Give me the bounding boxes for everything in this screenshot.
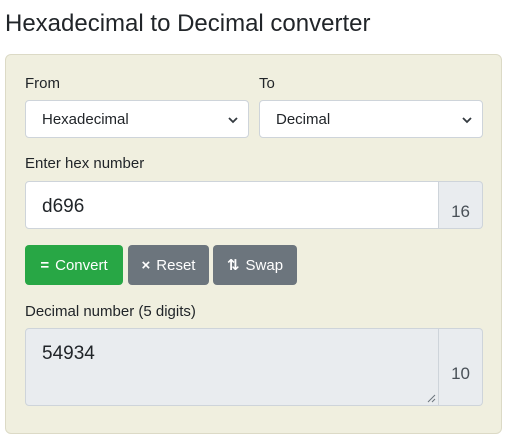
reset-label: Reset bbox=[156, 256, 196, 274]
to-select[interactable]: Decimal bbox=[259, 100, 483, 138]
from-label: From bbox=[25, 75, 60, 92]
close-icon: × bbox=[141, 256, 151, 274]
to-select-value: Decimal bbox=[276, 111, 331, 128]
input-label: Enter hex number bbox=[25, 155, 145, 172]
swap-label: Swap bbox=[245, 256, 284, 274]
output-base-value: 10 bbox=[451, 364, 470, 383]
hex-input[interactable]: d696 bbox=[25, 181, 439, 229]
reset-button[interactable]: × Reset bbox=[128, 245, 209, 285]
to-label: To bbox=[259, 75, 275, 92]
chevron-down-icon bbox=[462, 117, 472, 124]
input-base-addon: 16 bbox=[439, 181, 483, 229]
input-base-value: 16 bbox=[451, 202, 470, 221]
resize-handle-icon[interactable] bbox=[426, 393, 436, 403]
chevron-down-icon bbox=[228, 117, 238, 124]
equals-icon: = bbox=[40, 256, 50, 274]
page-title: Hexadecimal to Decimal converter bbox=[5, 10, 371, 37]
swap-arrows-icon: ⇅ bbox=[226, 256, 240, 274]
output-label: Decimal number (5 digits) bbox=[25, 303, 196, 320]
hex-input-value: d696 bbox=[42, 196, 85, 217]
hex-input-group: d696 16 bbox=[25, 181, 483, 229]
output-base-addon: 10 bbox=[439, 328, 483, 406]
decimal-output[interactable]: 54934 bbox=[25, 328, 439, 406]
decimal-output-group: 54934 10 bbox=[25, 328, 483, 406]
from-select-value: Hexadecimal bbox=[42, 111, 129, 128]
decimal-output-value: 54934 bbox=[42, 343, 95, 364]
convert-label: Convert bbox=[55, 256, 108, 274]
swap-button[interactable]: ⇅ Swap bbox=[213, 245, 297, 285]
convert-button[interactable]: = Convert bbox=[25, 245, 123, 285]
from-select[interactable]: Hexadecimal bbox=[25, 100, 249, 138]
